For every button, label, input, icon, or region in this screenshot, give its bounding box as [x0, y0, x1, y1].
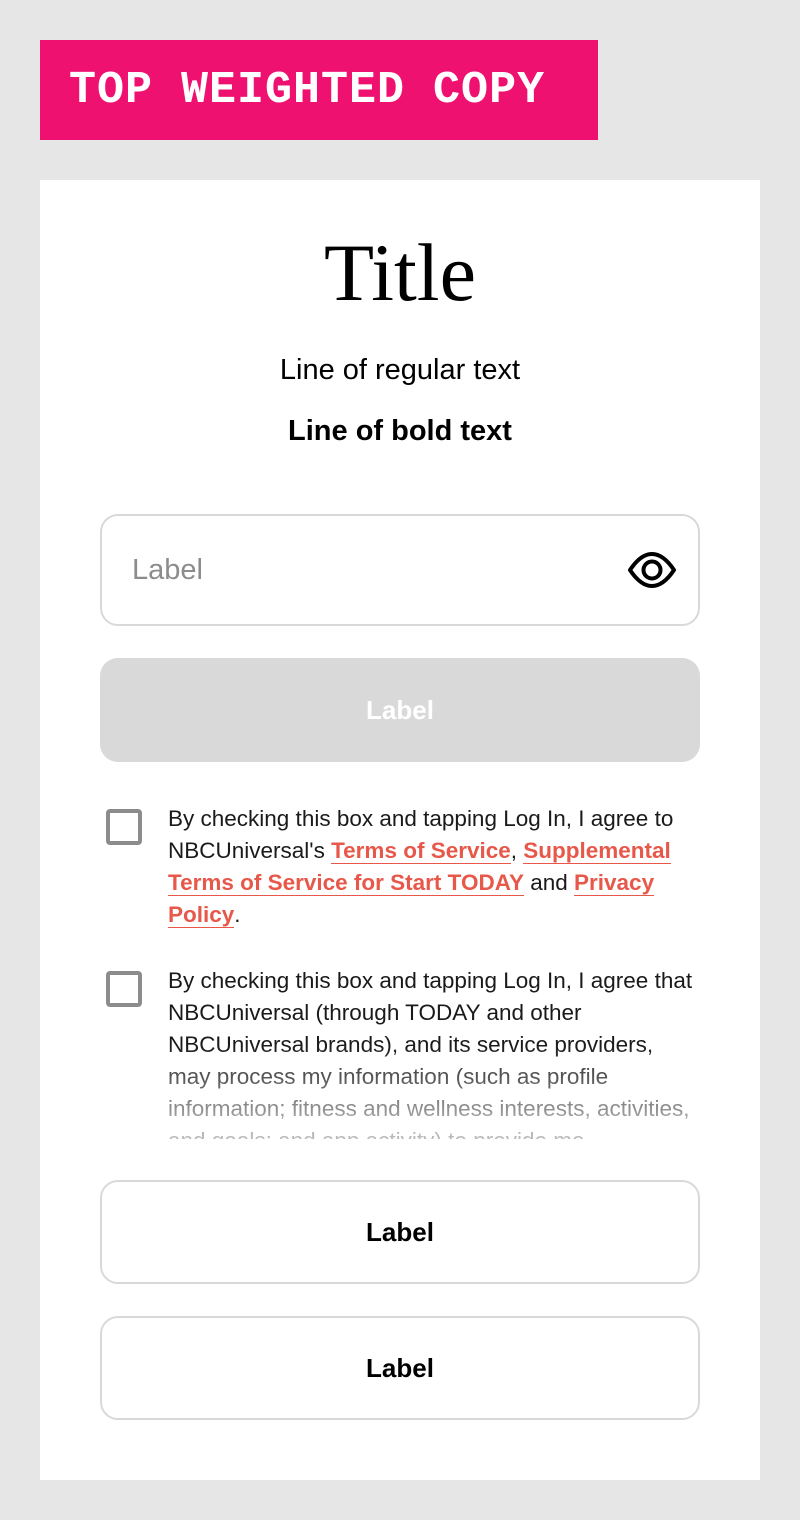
secondary-button-1-label: Label: [366, 1216, 434, 1247]
primary-button-disabled[interactable]: Label: [100, 658, 700, 762]
primary-button-label: Label: [366, 694, 434, 725]
terms-checkbox[interactable]: [106, 809, 142, 845]
terms-of-service-link[interactable]: Terms of Service: [331, 838, 511, 864]
data-consent-clip: By checking this box and tapping Log In,…: [100, 965, 700, 1139]
top-weighted-copy-banner: TOP WEIGHTED COPY: [40, 40, 598, 140]
bold-text-line: Line of bold text: [288, 415, 512, 447]
secondary-button-2[interactable]: Label: [100, 1316, 700, 1420]
regular-text-line: Line of regular text: [279, 354, 521, 386]
page-title: Title: [324, 227, 476, 318]
password-input[interactable]: [132, 516, 602, 624]
secondary-button-1[interactable]: Label: [100, 1180, 700, 1284]
secondary-button-2-label: Label: [366, 1352, 434, 1383]
terms-consent-text: By checking this box and tapping Log In,…: [168, 806, 674, 928]
login-card: Title Line of regular text Line of bold …: [40, 180, 760, 1480]
password-field: [100, 514, 700, 626]
banner-text: TOP WEIGHTED COPY: [69, 64, 546, 116]
terms-consent-row: By checking this box and tapping Log In,…: [100, 803, 700, 933]
data-consent-row: By checking this box and tapping Log In,…: [100, 965, 700, 1155]
data-consent-text: By checking this box and tapping Log In,…: [168, 968, 693, 1139]
eye-icon[interactable]: [627, 549, 677, 591]
data-consent-checkbox[interactable]: [106, 971, 142, 1007]
